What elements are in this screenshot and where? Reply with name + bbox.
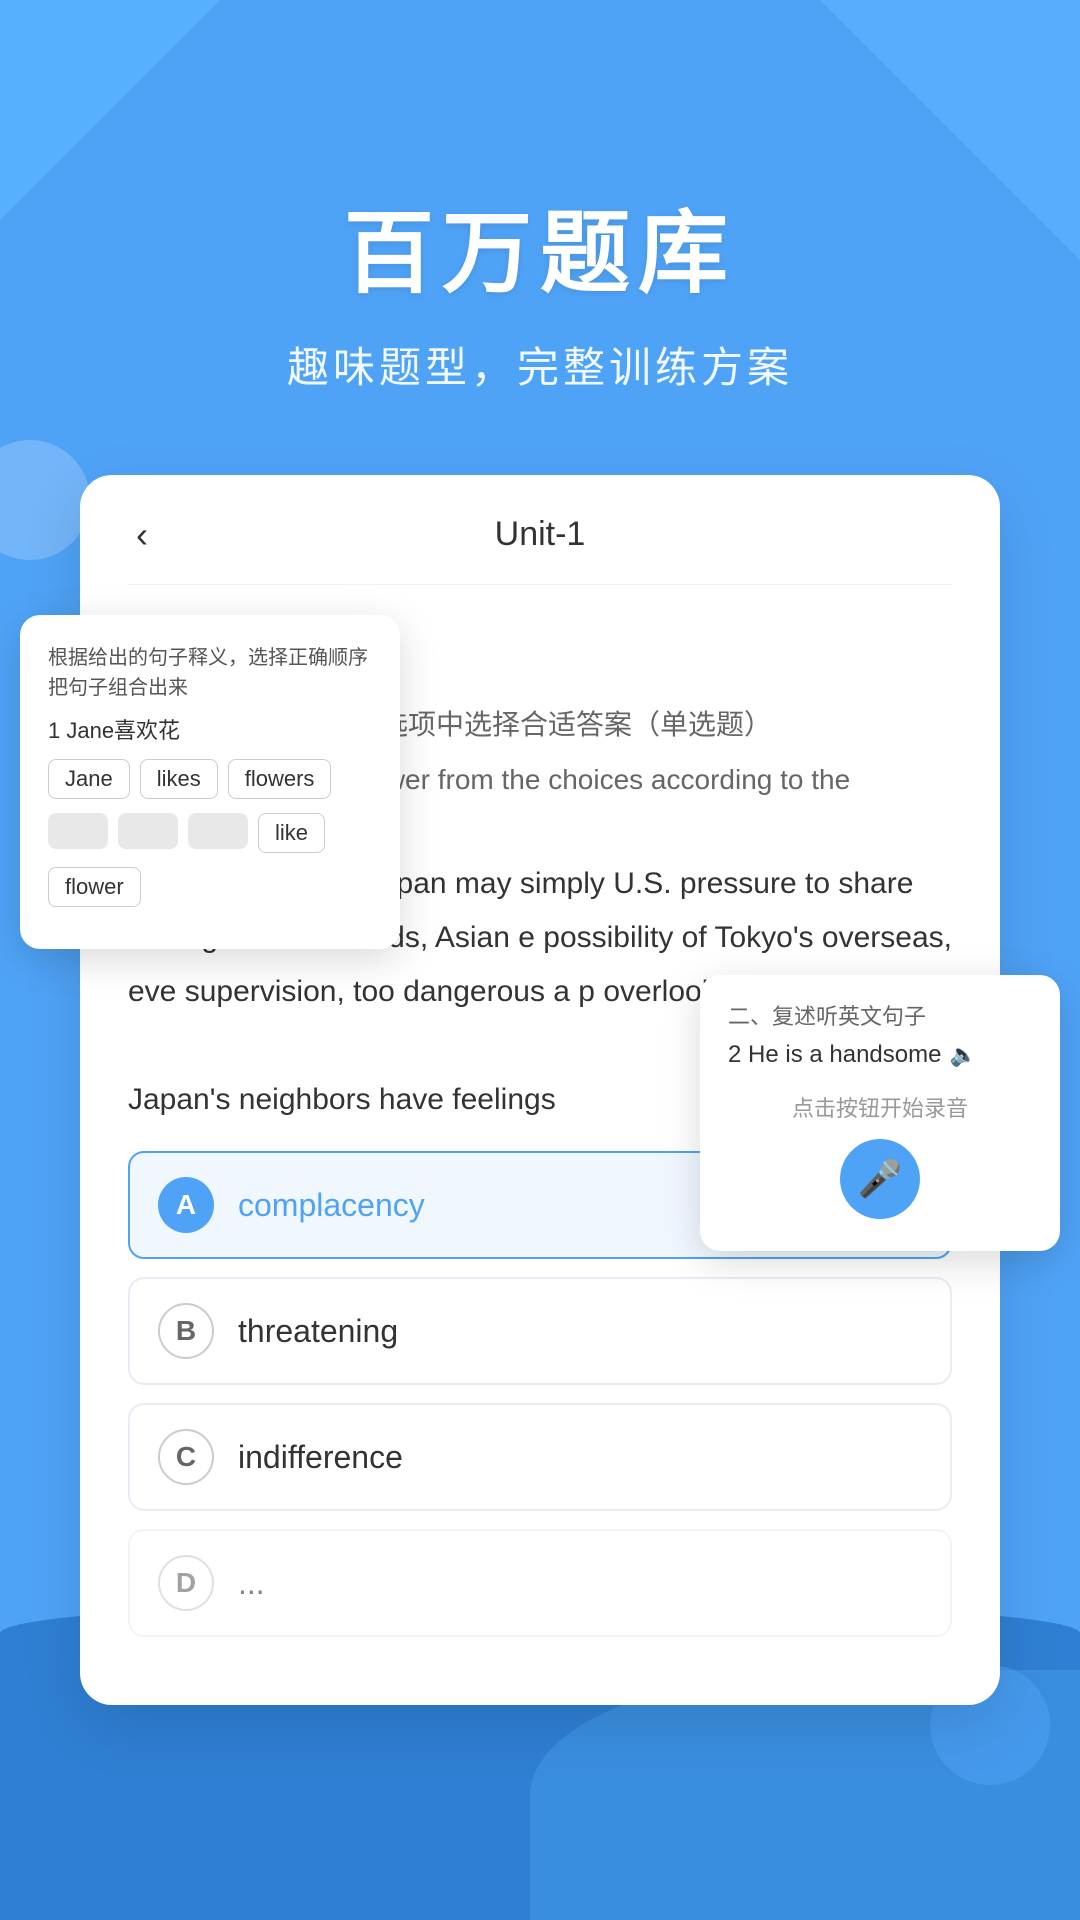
main-title: 百万题库 xyxy=(344,180,736,310)
unit-title: Unit-1 xyxy=(495,515,586,554)
page-content: 百万题库 趣味题型，完整训练方案 根据给出的句子释义，选择正确顺序把句子组合出来… xyxy=(0,0,1080,1705)
choice-a-circle: A xyxy=(158,1177,214,1233)
dictation-sentence-text: 2 He is a handsome xyxy=(728,1041,941,1069)
word-chip-flowers[interactable]: flowers xyxy=(228,759,332,799)
choice-b-circle: B xyxy=(158,1303,214,1359)
word-chip-like[interactable]: like xyxy=(258,813,325,853)
mic-icon: 🎤 xyxy=(858,1158,903,1200)
mic-button[interactable]: 🎤 xyxy=(840,1139,920,1219)
word-chips-available: Jane likes flowers xyxy=(48,759,372,799)
choice-c[interactable]: C indifference xyxy=(128,1403,952,1511)
record-prompt: 点击按钮开始录音 xyxy=(728,1091,1032,1123)
overlay-sentence-label: 1 Jane喜欢花 xyxy=(48,713,372,745)
choice-d[interactable]: D ... xyxy=(128,1529,952,1637)
sub-title: 趣味题型，完整训练方案 xyxy=(287,334,793,395)
overlay-sentence-card: 根据给出的句子释义，选择正确顺序把句子组合出来 1 Jane喜欢花 Jane l… xyxy=(20,615,400,949)
word-chips-extra: flower xyxy=(48,867,372,907)
choice-b[interactable]: B threatening xyxy=(128,1277,952,1385)
dictation-label: 二、复述听英文句子 xyxy=(728,999,1032,1031)
word-slot-3 xyxy=(188,813,248,849)
choice-c-text: indifference xyxy=(238,1439,403,1476)
header-area: 百万题库 趣味题型，完整训练方案 xyxy=(0,0,1080,455)
choice-d-circle: D xyxy=(158,1555,214,1611)
overlay-dictation-card: 二、复述听英文句子 2 He is a handsome 🔈 点击按钮开始录音 … xyxy=(700,975,1060,1251)
word-chips-slots: like xyxy=(48,813,372,853)
back-button[interactable]: ‹ xyxy=(128,506,156,564)
dictation-sentence: 2 He is a handsome 🔈 xyxy=(728,1041,1032,1069)
word-chip-flower[interactable]: flower xyxy=(48,867,141,907)
choice-d-text: ... xyxy=(238,1565,265,1602)
card-area: 根据给出的句子释义，选择正确顺序把句子组合出来 1 Jane喜欢花 Jane l… xyxy=(80,475,1000,1705)
choice-a-text: complacency xyxy=(238,1187,425,1224)
choice-b-text: threatening xyxy=(238,1313,398,1350)
word-chip-likes[interactable]: likes xyxy=(140,759,218,799)
word-slot-2 xyxy=(118,813,178,849)
choice-c-circle: C xyxy=(158,1429,214,1485)
word-slot-1 xyxy=(48,813,108,849)
card-header: ‹ Unit-1 xyxy=(128,515,952,585)
overlay-sentence-title: 根据给出的句子释义，选择正确顺序把句子组合出来 xyxy=(48,643,372,703)
word-chip-jane[interactable]: Jane xyxy=(48,759,130,799)
speaker-icon[interactable]: 🔈 xyxy=(949,1042,976,1068)
